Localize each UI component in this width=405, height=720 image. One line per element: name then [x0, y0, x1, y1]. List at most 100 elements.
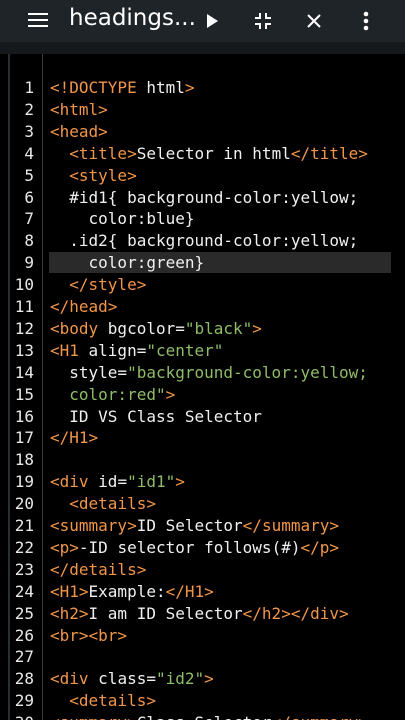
code-token: <body [50, 318, 108, 338]
code-text: <H1>Example:</H1> [50, 581, 214, 603]
line-number: 11 [14, 297, 34, 316]
code-token: .id2{ background-color:yellow; [50, 231, 359, 251]
code-line[interactable]: 19 <div id="id1"> [8, 471, 405, 493]
code-text: color:red"> [50, 384, 175, 406]
code-token: <div [50, 472, 99, 492]
play-icon[interactable] [197, 6, 227, 36]
code-token: style= [50, 362, 128, 382]
line-number: 24 [14, 581, 34, 601]
code-line[interactable]: 14 style="background-color:yellow; [8, 362, 405, 384]
code-text: ID VS Class Selector [50, 406, 262, 428]
code-token: > [204, 669, 214, 689]
code-line[interactable]: 25 <h2>I am ID Selector</h2></div> [8, 603, 405, 625]
line-number: 18 [14, 450, 34, 470]
line-number: 19 [14, 472, 34, 492]
code-line[interactable]: 7 color:blue} [8, 208, 405, 230]
code-line[interactable]: 13 <H1 align="center" [8, 340, 405, 362]
collapse-icon[interactable] [248, 6, 278, 36]
line-number: 3 [24, 121, 34, 141]
code-text: <div id="id1"> [50, 471, 185, 493]
line-number: 15 [14, 384, 34, 404]
code-token: I am ID Selector [88, 603, 243, 623]
code-line[interactable]: 27 [8, 646, 405, 668]
line-number: 4 [24, 143, 34, 163]
code-line[interactable]: 10 </style> [8, 274, 405, 296]
code-token: color:blue} [50, 209, 195, 229]
code-text: .id2{ background-color:yellow; [50, 230, 358, 252]
code-token: Selector in html [136, 143, 291, 163]
code-token: </summary> [272, 713, 368, 720]
code-text: </details> [50, 559, 146, 581]
code-text: <div class="id2"> [50, 668, 214, 690]
code-token: "center" [146, 340, 224, 360]
code-line[interactable]: 24 <H1>Example:</H1> [8, 581, 405, 603]
code-text: <details> [50, 690, 156, 712]
line-number: 23 [14, 559, 34, 579]
code-line[interactable]: 30 <summary>Class Selector</summary> [8, 712, 405, 720]
code-line[interactable]: 29 <details> [8, 690, 405, 712]
code-line[interactable]: 11 </head> [8, 296, 405, 318]
code-line[interactable]: 5 <style> [8, 165, 405, 187]
code-token: </H1> [50, 428, 99, 448]
code-text: <details> [50, 493, 156, 515]
code-token: <summary> [50, 713, 137, 720]
toolbar-spacer [0, 42, 405, 54]
code-text: <title>Selector in html</title> [50, 143, 368, 165]
code-text: <br><br> [50, 625, 127, 647]
close-icon[interactable] [299, 6, 329, 36]
code-token: </head> [50, 297, 118, 316]
line-number: 20 [14, 494, 34, 514]
menu-icon[interactable] [28, 12, 50, 30]
code-line[interactable]: 6 #id1{ background-color:yellow; [8, 187, 405, 209]
code-token: <title> [69, 143, 137, 163]
file-title[interactable]: headings... [69, 5, 196, 31]
code-token: </H1> [165, 581, 214, 601]
code-line[interactable]: 22 <p>-ID selector follows(#)</p> [8, 537, 405, 559]
code-text: <H1 align="center" [50, 340, 223, 362]
code-line[interactable]: 21 <summary>ID Selector</summary> [8, 515, 405, 537]
code-token: </details> [50, 559, 147, 579]
line-number: 27 [14, 647, 34, 667]
line-number: 10 [14, 275, 34, 295]
line-number: 8 [24, 231, 34, 251]
code-text: <body bgcolor="black"> [50, 318, 262, 340]
app-toolbar: headings... [0, 0, 405, 42]
code-line[interactable]: 4 <title>Selector in html</title> [8, 143, 405, 165]
code-line[interactable]: 18 [8, 449, 405, 471]
line-number: 17 [14, 428, 34, 448]
code-token: class= [98, 669, 156, 689]
code-line[interactable]: 16 ID VS Class Selector [8, 406, 405, 428]
line-number: 21 [14, 516, 34, 535]
code-line[interactable]: 28 <div class="id2"> [8, 668, 405, 690]
code-token: <summary> [50, 516, 137, 535]
code-text: <head> [50, 121, 108, 143]
code-line[interactable]: 2 <html> [8, 99, 405, 121]
line-number: 30 [8, 712, 34, 720]
code-line[interactable]: 9 color:green} [8, 252, 405, 274]
code-token: <details> [69, 494, 156, 514]
line-number: 28 [14, 669, 34, 689]
code-token: </title> [290, 143, 368, 163]
code-line[interactable]: 20 <details> [8, 493, 405, 515]
code-line[interactable]: 23 </details> [8, 559, 405, 581]
code-token: <html> [50, 99, 108, 119]
code-line[interactable]: 1 <!DOCTYPE html> [8, 77, 405, 99]
code-line[interactable]: 26 <br><br> [8, 625, 405, 647]
code-line[interactable]: 3 <head> [8, 121, 405, 143]
code-line[interactable]: 17 </H1> [8, 427, 405, 449]
code-line[interactable]: 12 <body bgcolor="black"> [8, 318, 405, 340]
code-token: "id2" [155, 669, 205, 689]
code-token: <head> [50, 121, 108, 141]
code-line[interactable]: 15 color:red"> [8, 384, 405, 406]
code-token: #id1{ background-color:yellow; [50, 187, 359, 207]
code-editor[interactable]: 1 <!DOCTYPE html> 2 <html> 3 <head> 4 <title>S… [8, 54, 405, 720]
code-token: > [165, 384, 176, 404]
line-number: 22 [14, 537, 34, 557]
more-vertical-icon[interactable] [351, 6, 381, 36]
code-token: "background-color:yellow; [127, 362, 368, 382]
code-text: style="background-color:yellow; [50, 362, 368, 384]
code-line[interactable]: 8 .id2{ background-color:yellow; [8, 230, 405, 252]
code-token: Example: [88, 581, 166, 601]
